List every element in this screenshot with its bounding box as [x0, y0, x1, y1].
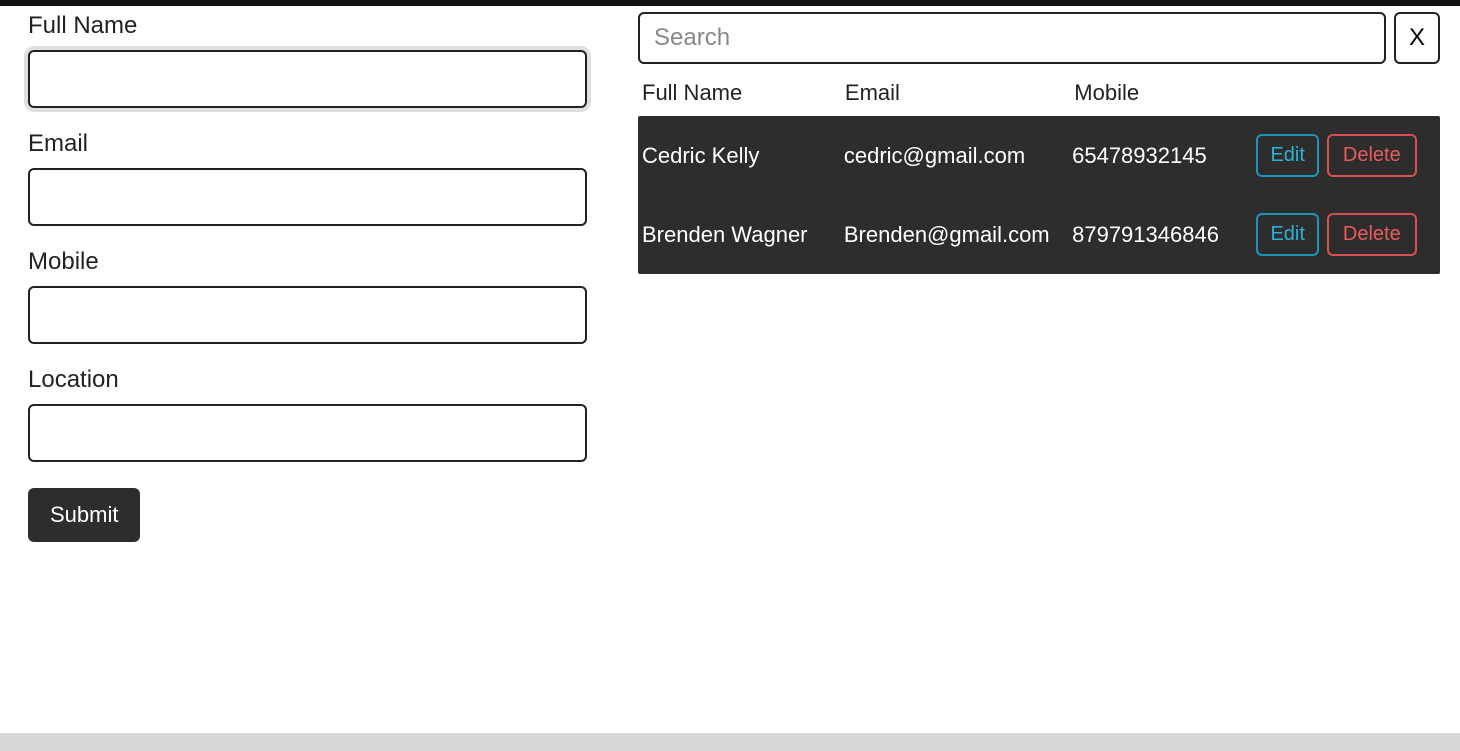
col-header-mobile: Mobile — [1074, 80, 1259, 106]
table-row: Cedric Kelly cedric@gmail.com 6547893214… — [638, 116, 1440, 195]
delete-button[interactable]: Delete — [1327, 213, 1417, 256]
table-body: Cedric Kelly cedric@gmail.com 6547893214… — [638, 116, 1440, 274]
cell-mobile: 65478932145 — [1072, 143, 1256, 169]
edit-button[interactable]: Edit — [1256, 134, 1318, 177]
form-group-mobile: Mobile — [28, 248, 598, 344]
cell-actions: Edit Delete — [1256, 134, 1432, 177]
search-input[interactable] — [638, 12, 1386, 64]
main-container: Full Name Email Mobile Location Submit X… — [0, 6, 1460, 542]
fullname-label: Full Name — [28, 12, 598, 40]
delete-button[interactable]: Delete — [1327, 134, 1417, 177]
email-label: Email — [28, 130, 598, 158]
cell-email: Brenden@gmail.com — [844, 222, 1072, 248]
search-row: X — [638, 12, 1440, 64]
location-label: Location — [28, 366, 598, 394]
cell-name: Cedric Kelly — [642, 143, 844, 169]
form-group-location: Location — [28, 366, 598, 462]
cell-email: cedric@gmail.com — [844, 143, 1072, 169]
form-group-fullname: Full Name — [28, 12, 598, 108]
data-table: Full Name Email Mobile Cedric Kelly cedr… — [638, 74, 1440, 274]
mobile-input[interactable] — [28, 286, 587, 344]
col-header-email: Email — [845, 80, 1074, 106]
list-panel: X Full Name Email Mobile Cedric Kelly ce… — [638, 12, 1440, 542]
fullname-input[interactable] — [28, 50, 587, 108]
email-input[interactable] — [28, 168, 587, 226]
col-header-actions — [1260, 80, 1436, 106]
table-header-row: Full Name Email Mobile — [638, 74, 1440, 116]
form-panel: Full Name Email Mobile Location Submit — [28, 12, 598, 542]
location-input[interactable] — [28, 404, 587, 462]
submit-button[interactable]: Submit — [28, 488, 140, 542]
form-group-email: Email — [28, 130, 598, 226]
bottom-border-bar — [0, 733, 1460, 751]
mobile-label: Mobile — [28, 248, 598, 276]
cell-mobile: 879791346846 — [1072, 222, 1256, 248]
clear-search-button[interactable]: X — [1394, 12, 1440, 64]
col-header-name: Full Name — [642, 80, 845, 106]
cell-actions: Edit Delete — [1256, 213, 1432, 256]
edit-button[interactable]: Edit — [1256, 213, 1318, 256]
cell-name: Brenden Wagner — [642, 222, 844, 248]
table-row: Brenden Wagner Brenden@gmail.com 8797913… — [638, 195, 1440, 274]
